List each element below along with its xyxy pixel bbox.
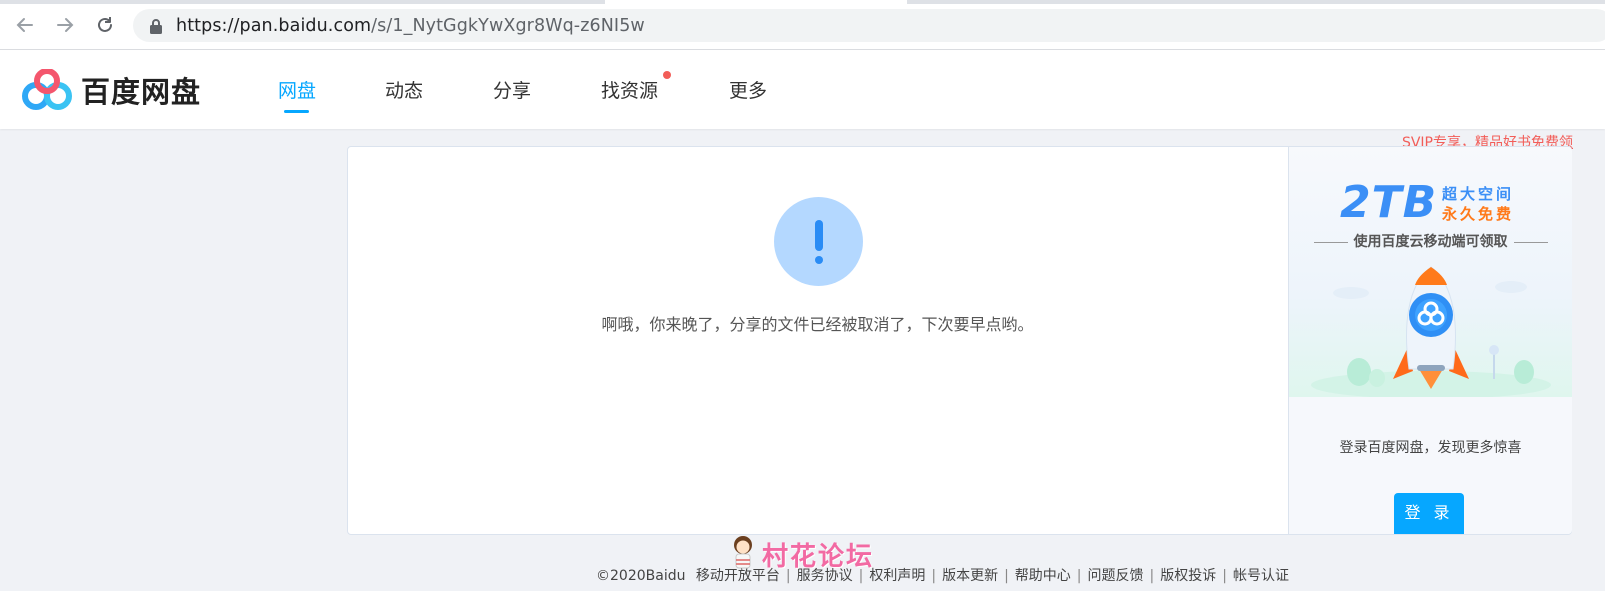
footer-link-version[interactable]: 版本更新 [942, 568, 998, 584]
browser-toolbar: https://pan.baidu.com/s/1_NytGgkYwXgr8Wq… [0, 0, 1605, 50]
footer-link-help[interactable]: 帮助中心 [1015, 568, 1071, 584]
active-nav-indicator [284, 110, 309, 113]
share-result-card: 啊哦，你来晚了，分享的文件已经被取消了，下次要早点哟。 2TB 超大空间 永久免… [347, 146, 1572, 535]
forward-button[interactable] [52, 12, 78, 38]
nav-item-netdisk[interactable]: 网盘 [278, 76, 316, 103]
tab-strip [0, 0, 1605, 4]
url-text[interactable]: https://pan.baidu.com/s/1_NytGgkYwXgr8Wq… [176, 16, 645, 36]
footer-link-terms[interactable]: 服务协议 [797, 568, 853, 584]
nav-item-find-resources[interactable]: 找资源 [601, 76, 658, 103]
back-button[interactable] [12, 12, 38, 38]
footer-link-account-verify[interactable]: 帐号认证 [1233, 568, 1289, 584]
nav-item-share[interactable]: 分享 [493, 76, 531, 103]
footer: ©2020Baidu 移动开放平台 | 服务协议 | 权利声明 | 版本更新 | 帮助中心 | 问题… [596, 568, 1289, 584]
footer-link-feedback[interactable]: 问题反馈 [1088, 568, 1144, 584]
content-pane: 啊哦，你来晚了，分享的文件已经被取消了，下次要早点哟。 [348, 147, 1287, 534]
lock-icon[interactable] [149, 18, 163, 34]
promo-subtitle-text: 使用百度云移动端可领取 [1353, 234, 1508, 250]
footer-link-open-platform[interactable]: 移动开放平台 [696, 568, 780, 584]
nav-item-activity[interactable]: 动态 [385, 76, 423, 103]
error-message: 啊哦，你来晚了，分享的文件已经被取消了，下次要早点哟。 [601, 315, 1034, 334]
site-header: 百度网盘 网盘 动态 分享 找资源 更多 SVIP专享，精品好书免费领 [0, 50, 1605, 151]
rocket-illustration-icon [1311, 266, 1551, 397]
promo-big-text: 2TB [1340, 177, 1438, 228]
arrow-left-icon [16, 18, 33, 32]
url-host: https://pan.baidu.com [176, 16, 372, 36]
promo-line-1: 超大空间 [1442, 185, 1515, 203]
baidu-netdisk-logo-icon [22, 69, 72, 110]
reload-button[interactable] [92, 12, 118, 38]
promo-line-2: 永久免费 [1442, 205, 1515, 223]
active-tab[interactable] [605, 0, 907, 4]
brand-logo[interactable]: 百度网盘 [22, 69, 201, 111]
login-prompt: 登录百度网盘，发现更多惊喜 [1339, 440, 1522, 456]
promo-subtitle: 使用百度云移动端可领取 [1289, 231, 1572, 251]
footer-copyright: ©2020Baidu [596, 568, 686, 584]
brand-name: 百度网盘 [81, 75, 202, 109]
login-button[interactable]: 登 录 [1394, 493, 1464, 534]
reload-icon [98, 17, 112, 32]
footer-link-copyright-complaint[interactable]: 版权投诉 [1160, 568, 1216, 584]
footer-link-rights[interactable]: 权利声明 [869, 568, 925, 584]
promo-banner[interactable]: 2TB 超大空间 永久免费 使用百度云移动端可领取 [1289, 147, 1572, 397]
sidebar-promo: 2TB 超大空间 永久免费 使用百度云移动端可领取 登录百度网盘，发现更多惊喜 … [1288, 147, 1572, 534]
notification-dot [663, 71, 671, 79]
nav-item-more[interactable]: 更多 [729, 76, 767, 103]
url-path: /s/1_NytGgkYwXgr8Wq-z6NI5w [371, 16, 645, 36]
arrow-right-icon [57, 18, 74, 32]
exclamation-icon [774, 197, 863, 286]
address-bar[interactable]: https://pan.baidu.com/s/1_NytGgkYwXgr8Wq… [133, 9, 1605, 42]
